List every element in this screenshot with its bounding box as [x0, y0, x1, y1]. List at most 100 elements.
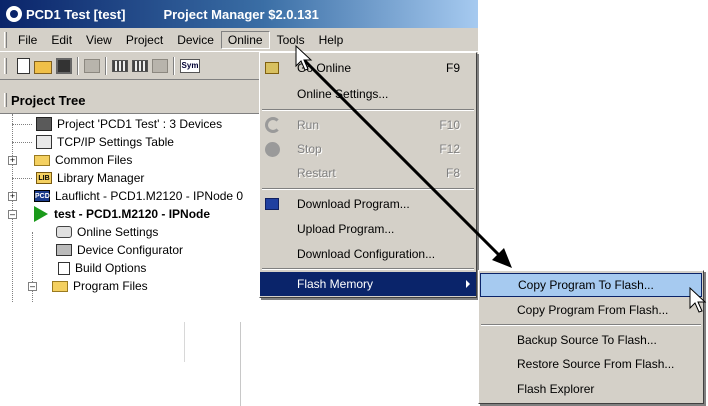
menu-item-download-program[interactable]: Download Program...: [260, 192, 476, 216]
menu-item-label: Download Configuration...: [297, 247, 436, 261]
menu-item-run[interactable]: Run F10: [260, 113, 476, 137]
menu-item-backup-source-to-flash[interactable]: Backup Source To Flash...: [480, 328, 702, 352]
menu-item-label: Flash Explorer: [517, 382, 595, 396]
menu-item-flash-explorer[interactable]: Flash Explorer: [480, 377, 702, 401]
menu-item-shortcut: F10: [439, 118, 460, 132]
menu-separator: [481, 324, 701, 326]
tree-item-program-files[interactable]: – Program Files: [28, 277, 148, 295]
symbol-editor-icon[interactable]: Sym: [180, 59, 200, 73]
menu-bar: File Edit View Project Device Online Too…: [0, 28, 478, 52]
title-bar: PCD1 Test [test] Project Manager $2.0.13…: [0, 0, 478, 28]
menu-item-label: Stop: [297, 142, 322, 156]
menu-device[interactable]: Device: [170, 31, 221, 49]
properties-icon[interactable]: [84, 59, 100, 73]
menu-item-online-settings[interactable]: Online Settings...: [260, 82, 476, 106]
menu-item-label: Backup Source To Flash...: [517, 333, 657, 347]
menu-separator: [262, 109, 474, 111]
collapse-icon[interactable]: –: [28, 281, 37, 291]
tree-item-label: Project 'PCD1 Test' : 3 Devices: [57, 117, 223, 131]
menu-item-stop[interactable]: Stop F12: [260, 137, 476, 161]
build-icon[interactable]: [112, 60, 128, 72]
window-subtitle: Project Manager $2.0.131: [163, 6, 319, 22]
tree-item-library-manager[interactable]: LIB Library Manager: [36, 169, 144, 187]
open-folder-icon[interactable]: [34, 61, 52, 74]
toolbar-separator: [173, 57, 175, 75]
menu-item-label: Go Online: [297, 61, 352, 75]
tree-item-tcpip-settings[interactable]: TCP/IP Settings Table: [36, 133, 174, 151]
tree-item-label: TCP/IP Settings Table: [57, 135, 174, 149]
build-options-icon: [58, 261, 70, 275]
tree-item-label: Online Settings: [77, 225, 159, 239]
toolbar-separator: [105, 57, 107, 75]
expand-icon[interactable]: +: [8, 191, 17, 201]
menu-file[interactable]: File: [11, 31, 44, 49]
menu-item-label: Restore Source From Flash...: [517, 357, 675, 371]
menu-help[interactable]: Help: [312, 31, 351, 49]
tree-item-test-device[interactable]: – test - PCD1.M2120 - IPNode: [8, 205, 210, 223]
pcd-icon: PCD: [34, 190, 50, 202]
menu-item-go-online[interactable]: Go Online F9: [260, 56, 476, 80]
tree-item-label: Common Files: [55, 153, 133, 167]
menu-item-label: Flash Memory: [297, 277, 374, 291]
menu-item-copy-program-to-flash[interactable]: Copy Program To Flash...: [480, 273, 702, 297]
app-logo-icon: [6, 6, 22, 22]
device-configurator-icon: [56, 244, 72, 256]
menu-online[interactable]: Online: [220, 30, 270, 49]
menu-item-label: Online Settings...: [297, 87, 389, 101]
menu-item-shortcut: F8: [445, 166, 460, 180]
flash-memory-submenu: Copy Program To Flash... Copy Program Fr…: [478, 270, 704, 404]
menu-project[interactable]: Project: [119, 31, 170, 49]
tree-line: [12, 178, 32, 179]
online-icon: [265, 62, 279, 74]
toolbar-grip[interactable]: [4, 58, 7, 74]
tree-item-label: Lauflicht - PCD1.M2120 - IPNode 0: [55, 189, 244, 203]
submenu-arrow-icon: [466, 280, 470, 288]
folder-icon: [34, 154, 50, 166]
menu-item-flash-memory[interactable]: Flash Memory: [260, 272, 476, 296]
tree-item-label: Library Manager: [57, 171, 145, 185]
tree-item-label: Program Files: [73, 279, 148, 293]
menu-item-copy-program-from-flash[interactable]: Copy Program From Flash...: [480, 298, 702, 322]
tree-item-lauflicht[interactable]: + PCD Lauflicht - PCD1.M2120 - IPNode 0: [8, 187, 243, 205]
menu-item-shortcut: F12: [439, 142, 460, 156]
menu-edit[interactable]: Edit: [44, 31, 79, 49]
tree-item-device-configurator[interactable]: Device Configurator: [56, 241, 183, 259]
play-icon: [34, 206, 48, 222]
menu-view[interactable]: View: [79, 31, 119, 49]
menu-item-upload-program[interactable]: Upload Program...: [260, 217, 476, 241]
online-menu: Go Online F9 Online Settings... Run F10 …: [259, 52, 477, 298]
tree-item-build-options[interactable]: Build Options: [58, 259, 146, 277]
expand-icon[interactable]: +: [8, 155, 17, 165]
menu-tools[interactable]: Tools: [270, 31, 312, 49]
save-icon[interactable]: [56, 58, 72, 74]
menu-item-restart[interactable]: Restart F8: [260, 161, 476, 185]
menu-item-label: Run: [297, 118, 320, 132]
tree-item-label: Device Configurator: [77, 243, 184, 257]
tree-line: [12, 124, 32, 125]
tree-item-common-files[interactable]: + Common Files: [8, 151, 132, 169]
tree-header-grip[interactable]: [4, 93, 7, 107]
tree-item-project[interactable]: Project 'PCD1 Test' : 3 Devices: [36, 115, 222, 133]
new-file-icon[interactable]: [17, 58, 30, 74]
tree-item-online-settings[interactable]: Online Settings: [56, 223, 158, 241]
menu-item-restore-source-from-flash[interactable]: Restore Source From Flash...: [480, 352, 702, 376]
online-settings-icon: [56, 226, 72, 238]
rebuild-icon[interactable]: [132, 60, 148, 72]
clean-icon[interactable]: [152, 59, 168, 73]
tree-item-label: Build Options: [75, 261, 147, 275]
menubar-grip[interactable]: [4, 31, 7, 48]
menu-item-label: Copy Program From Flash...: [517, 303, 669, 317]
library-icon: LIB: [36, 172, 52, 184]
menu-item-label: Download Program...: [297, 197, 410, 211]
project-tree-title: Project Tree: [11, 92, 86, 108]
menu-separator: [262, 268, 474, 270]
run-icon: [265, 117, 281, 133]
project-icon: [36, 117, 52, 131]
download-icon: [265, 198, 279, 210]
menu-item-download-configuration[interactable]: Download Configuration...: [260, 242, 476, 266]
collapse-icon[interactable]: –: [8, 209, 17, 219]
network-icon: [36, 135, 52, 149]
menu-separator: [262, 188, 474, 190]
menu-item-shortcut: F9: [445, 61, 460, 75]
annotation-arrowhead-icon: [492, 248, 512, 268]
